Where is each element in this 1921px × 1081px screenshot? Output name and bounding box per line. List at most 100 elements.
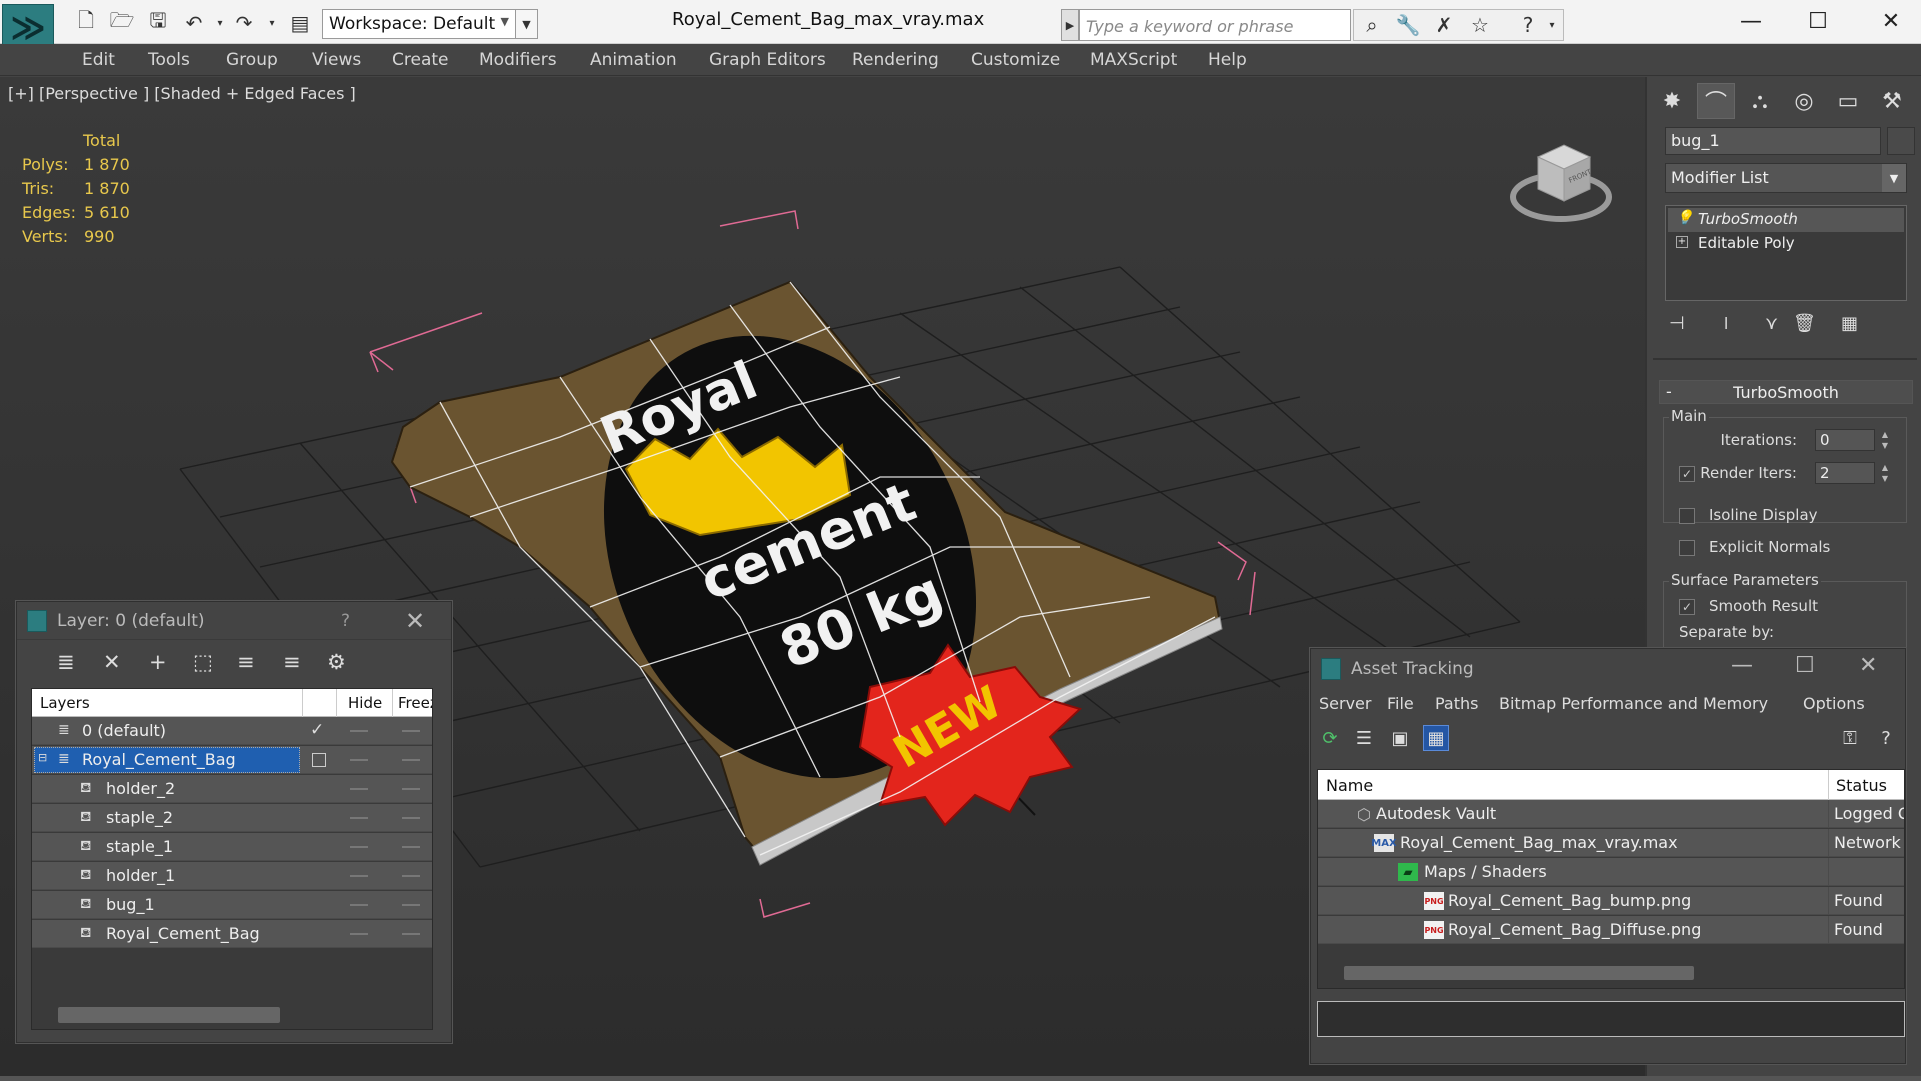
delete-layer-icon[interactable]: ✕ [103,650,121,674]
communication-icon[interactable]: ✗ [1430,12,1458,38]
iterations-spinner[interactable]: 0 [1815,429,1875,451]
isoline-display-checkbox[interactable] [1679,508,1695,524]
new-file-icon[interactable]: 🗋 [72,8,100,36]
hide-toggle[interactable] [350,846,368,848]
object-name-field[interactable]: bug_1 [1665,127,1881,155]
maximize-window-button[interactable]: ☐ [1793,6,1843,36]
layer-row[interactable]: ≣ 0 (default) ✓ [32,717,432,745]
add-layer-icon[interactable]: + [149,650,167,674]
wrench-icon[interactable]: 🔧 [1394,12,1422,38]
workspace-menu-button[interactable]: ▼ [516,9,538,39]
layer-properties-icon[interactable]: ⚙ [327,650,346,674]
open-file-icon[interactable]: 🗁 [108,8,136,36]
turbosmooth-rollout-header[interactable]: - TurboSmooth [1659,380,1913,404]
undo-icon[interactable]: ↶ [180,10,208,36]
hide-toggle[interactable] [350,904,368,906]
asset-menu-file[interactable]: File [1387,694,1414,713]
menu-help[interactable]: Help [1208,50,1247,70]
smooth-result-checkbox[interactable]: ✓ [1679,599,1695,615]
freeze-toggle[interactable] [402,759,420,761]
asset-menu-paths[interactable]: Paths [1435,694,1478,713]
freeze-toggle[interactable] [402,788,420,790]
menu-customize[interactable]: Customize [971,50,1060,70]
display-tab-icon[interactable]: ▭ [1829,83,1867,119]
asset-path-field[interactable] [1317,1001,1905,1037]
stack-item-turbosmooth[interactable]: 💡 TurboSmooth [1668,208,1904,232]
menu-maxscript[interactable]: MAXScript [1090,50,1177,70]
lightbulb-icon[interactable]: 💡 [1676,210,1693,226]
close-icon[interactable]: ✕ [405,607,425,635]
configure-modifier-sets-icon[interactable]: ▦ [1841,313,1858,334]
minimize-window-button[interactable]: — [1726,6,1776,36]
asset-menu-options[interactable]: Options [1803,694,1865,713]
remove-modifier-icon[interactable]: 🗑 [1793,313,1816,334]
search-input[interactable]: Type a keyword or phrase [1079,9,1351,41]
menu-create[interactable]: Create [392,50,449,70]
maximize-icon[interactable]: ☐ [1795,653,1815,678]
render-iters-spinner[interactable]: 2 [1815,462,1875,484]
horizontal-scrollbar[interactable] [1344,966,1694,980]
object-color-swatch[interactable] [1887,127,1915,155]
column-freeze[interactable]: Freez [398,694,432,712]
layer-row[interactable]: ⛾ holder_2 [32,775,432,803]
set-current-box-icon[interactable] [312,753,326,767]
asset-row[interactable]: PNG Royal_Cement_Bag_Diffuse.png Found [1318,916,1904,944]
menu-graph-editors[interactable]: Graph Editors [709,50,826,70]
layer-dialog-header[interactable]: Layer: 0 (default) ? ✕ [17,602,451,640]
close-icon[interactable]: ✕ [1859,653,1877,678]
show-end-result-icon[interactable]: ⏽ [1719,313,1733,334]
asset-row[interactable]: ⬡ Autodesk Vault Logged O [1318,800,1904,828]
render-iters-checkbox[interactable]: ✓ [1679,466,1695,482]
viewport-label[interactable]: [+] [Perspective ] [Shaded + Edged Faces… [8,84,356,103]
explicit-normals-checkbox[interactable] [1679,540,1695,556]
asset-row[interactable]: PNG Royal_Cement_Bag_bump.png Found [1318,887,1904,915]
collapse-minus-icon[interactable]: ⊟ [38,751,47,764]
select-objects-icon[interactable]: ⬚ [193,650,213,674]
layer-row[interactable]: ⛾ holder_1 [32,862,432,890]
column-status[interactable]: Status [1836,776,1887,795]
menu-rendering[interactable]: Rendering [852,50,939,70]
asset-menu-bitmap[interactable]: Bitmap Performance and Memory [1499,694,1768,713]
freeze-toggle[interactable] [402,817,420,819]
vault-login-icon[interactable]: ⚿ [1837,725,1863,751]
menu-tools[interactable]: Tools [148,50,190,70]
layer-row[interactable]: ⛾ staple_1 [32,833,432,861]
freeze-toggle[interactable] [402,846,420,848]
project-folder-icon[interactable]: ▤ [286,10,314,36]
hide-toggle[interactable] [350,788,368,790]
menu-views[interactable]: Views [312,50,361,70]
close-window-button[interactable]: ✕ [1866,6,1916,36]
column-hide[interactable]: Hide [348,694,382,712]
help-icon[interactable]: ? [1873,725,1899,751]
binoculars-icon[interactable]: ⌕ [1358,12,1386,38]
layer-row[interactable]: ⊟ ≣ Royal_Cement_Bag [32,746,432,774]
redo-dropdown-icon[interactable]: ▾ [258,10,286,36]
spinner-arrows-icon[interactable]: ▲ ▼ [1879,462,1891,484]
column-layers[interactable]: Layers [40,694,90,712]
workspace-dropdown[interactable]: Workspace: Default ▼ [322,9,516,39]
table-view-icon[interactable]: ▦ [1423,725,1449,751]
help-dropdown-icon[interactable]: ▾ [1538,12,1566,38]
minimize-icon[interactable]: — [1731,653,1753,678]
layer-row[interactable]: ⛾ staple_2 [32,804,432,832]
asset-menu-server[interactable]: Server [1319,694,1371,713]
freeze-toggle[interactable] [402,904,420,906]
hide-toggle[interactable] [350,875,368,877]
make-unique-icon[interactable]: ⋎ [1765,313,1778,334]
save-file-icon[interactable]: 🖫 [144,8,172,36]
horizontal-scrollbar[interactable] [58,1007,280,1023]
spinner-arrows-icon[interactable]: ▲ ▼ [1879,429,1891,451]
freeze-toggle[interactable] [402,730,420,732]
motion-tab-icon[interactable]: ◎ [1785,83,1823,119]
current-layer-check-icon[interactable]: ✓ [310,720,324,740]
favorites-star-icon[interactable]: ☆ [1466,12,1494,38]
hide-toggle[interactable] [350,730,368,732]
layer-row[interactable]: ⛾ bug_1 [32,891,432,919]
select-layer-icon[interactable]: ≡ [237,650,255,674]
set-current-layer-icon[interactable]: ≡ [283,650,301,674]
expand-plus-icon[interactable]: + [1676,236,1688,248]
menu-group[interactable]: Group [226,50,278,70]
freeze-toggle[interactable] [402,875,420,877]
asset-row[interactable]: ▰ Maps / Shaders [1318,858,1904,886]
viewcube-icon[interactable]: FRONT [1508,127,1614,227]
